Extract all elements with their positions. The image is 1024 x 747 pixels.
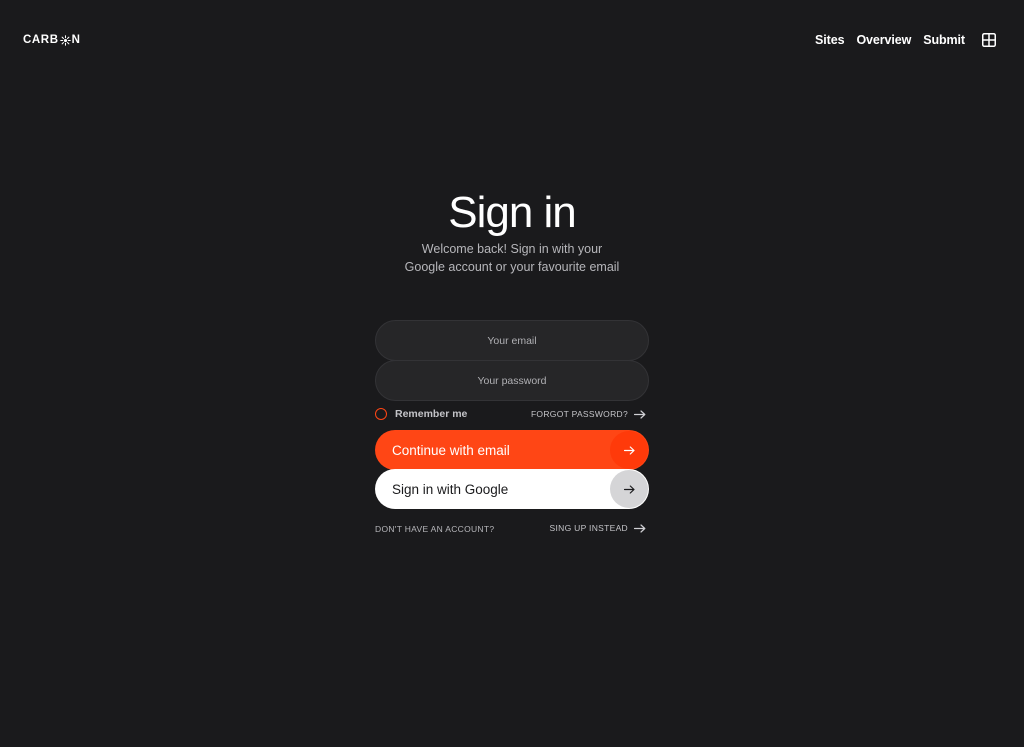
page-title: Sign in [448,188,577,237]
continue-arrow-circle [610,431,648,469]
continue-with-email-label: Continue with email [392,442,510,458]
sign-in-with-google-button[interactable]: Sign in with Google [375,469,649,509]
sun-icon [59,34,71,46]
arrow-right-icon [634,409,646,419]
nav-sites[interactable]: Sites [815,33,844,47]
no-account-text: DON'T HAVE AN ACCOUNT? [375,524,495,534]
grid-icon[interactable] [982,33,996,47]
sign-in-with-google-label: Sign in with Google [392,481,509,497]
logo-text-right: N [71,34,81,46]
sign-in-page: CARB N Sites Overview Submit Sign in Wel… [0,0,1024,747]
top-bar: CARB N Sites Overview Submit [0,0,1024,82]
remember-me-radio[interactable] [375,408,387,420]
logo[interactable]: CARB N [23,34,81,46]
subtitle-line-2: Google account or your favourite email [404,259,620,274]
sign-up-label: SING UP INSTEAD [549,523,628,533]
subtitle-line-1: Welcome back! Sign in with your [421,242,603,256]
page-subtitle: Welcome back! Sign in with your Google a… [362,241,662,276]
sign-up-link[interactable]: SING UP INSTEAD [550,523,647,533]
logo-text-left: CARB [23,34,59,46]
email-field[interactable] [375,320,649,361]
google-arrow-circle [610,470,648,508]
nav-overview[interactable]: Overview [856,33,911,47]
nav-submit[interactable]: Submit [923,33,965,47]
forgot-password-link[interactable]: FORGOT PASSWORD? [531,409,646,419]
password-field[interactable] [375,360,649,401]
arrow-right-icon [623,484,635,494]
remember-me-label: Remember me [395,408,468,420]
remember-me-toggle[interactable]: Remember me [375,408,467,420]
main-nav: Sites Overview Submit [815,33,996,47]
forgot-password-label: FORGOT PASSWORD? [530,409,628,419]
arrow-right-icon [634,523,646,533]
continue-with-email-button[interactable]: Continue with email [375,430,649,470]
arrow-right-icon [623,445,635,455]
